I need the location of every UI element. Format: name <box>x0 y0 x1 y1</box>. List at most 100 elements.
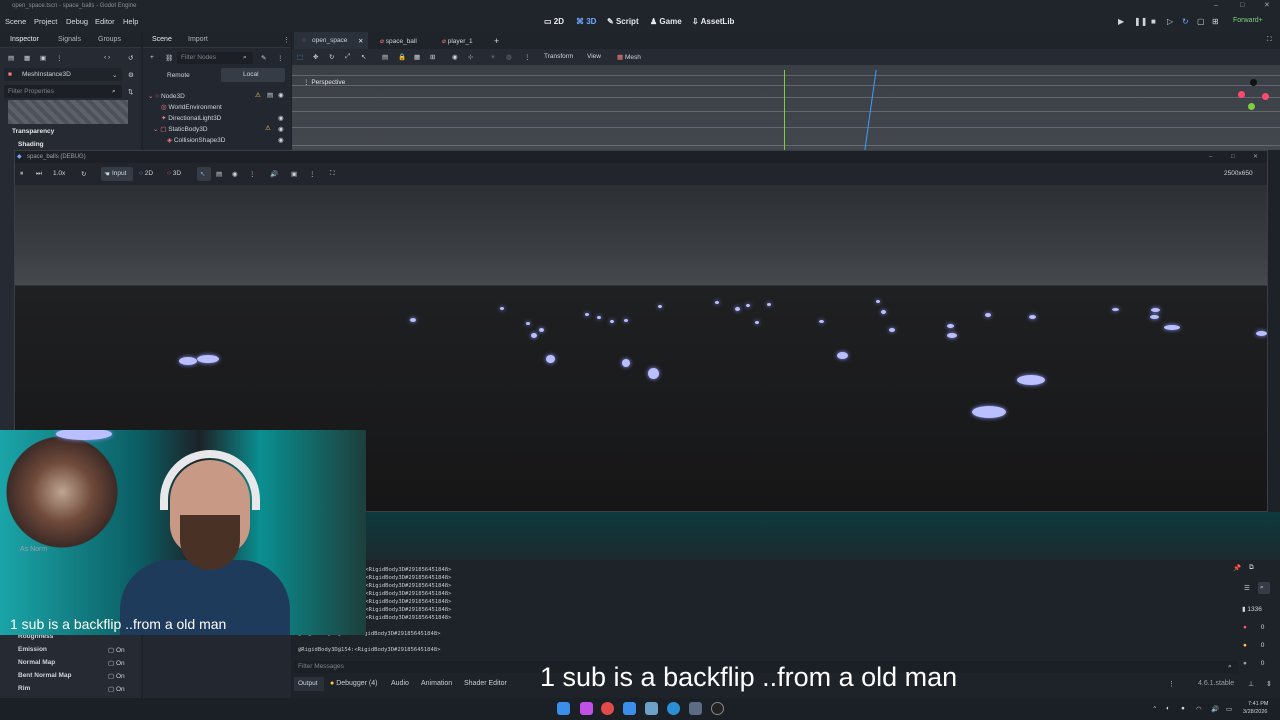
sun-icon[interactable]: ☀ <box>490 53 496 61</box>
scale-tool-icon[interactable]: ⤢ <box>345 53 350 61</box>
history-back-icon[interactable]: ‹ › <box>104 54 110 61</box>
node-selector[interactable]: ■ MeshInstance3D ⌄ <box>4 68 122 81</box>
bent-normal-map-toggle[interactable]: ▢ On <box>108 672 125 680</box>
sort-icon[interactable]: ⇅ <box>128 88 133 96</box>
tree-node-worldenvironment[interactable]: ◎ WorldEnvironment <box>161 103 222 111</box>
minimize-icon[interactable]: – <box>1214 0 1218 12</box>
menu-editor[interactable]: Editor <box>95 17 115 26</box>
tree-node-collisionshape3d[interactable]: ◈ CollisionShape3D <box>167 136 225 144</box>
close-icon[interactable]: ✕ <box>358 37 363 45</box>
log-count-all[interactable]: ▮ 1336 <box>1242 605 1262 613</box>
menu-mesh[interactable]: ▦ Mesh <box>617 53 641 61</box>
editor-tab-player-1[interactable]: ⌀ player_1 <box>442 37 473 45</box>
menu-scene[interactable]: Scene <box>5 17 26 26</box>
volume-icon[interactable]: 🔊 <box>1211 705 1219 713</box>
add-tab-icon[interactable]: + <box>494 36 499 46</box>
tree-node-staticbody3d[interactable]: ⌄ ▢ StaticBody3D <box>153 125 208 133</box>
copy-icon[interactable]: ⧉ <box>1249 564 1254 572</box>
local-button[interactable]: Local <box>221 68 285 82</box>
search-toggle[interactable]: ⌕ <box>1258 582 1270 594</box>
renderer-select[interactable]: Forward+ <box>1233 17 1263 24</box>
stop-icon[interactable]: ■ <box>1151 17 1156 26</box>
warning-count[interactable]: ● 0 <box>1243 642 1264 649</box>
save-resource-icon[interactable]: ▣ <box>40 54 46 62</box>
rotate-tool-icon[interactable]: ↻ <box>329 53 334 61</box>
ruler-icon[interactable]: ▤ <box>382 53 388 61</box>
list-select-icon[interactable]: ↖ <box>361 53 366 61</box>
layout-icon[interactable]: ⊞ <box>1212 17 1219 26</box>
warning-icon[interactable]: ⚠ <box>255 91 261 99</box>
menu-debug[interactable]: Debug <box>66 17 88 26</box>
tab-signals[interactable]: Signals <box>58 36 81 43</box>
input-button[interactable]: ☚ Input <box>101 167 133 181</box>
maximize-icon[interactable]: □ <box>1240 0 1244 12</box>
workspace-3d[interactable]: ⌘ 3D <box>576 17 596 26</box>
godot-icon[interactable] <box>645 702 658 715</box>
gizmo-x-neg-icon[interactable] <box>1262 93 1269 100</box>
snap-icon[interactable]: ⊞ <box>430 53 435 61</box>
eye-icon[interactable]: ◉ <box>278 91 284 99</box>
workspace-assetlib[interactable]: ⇩ AssetLib <box>692 17 734 26</box>
distraction-free-icon[interactable]: ⛶ <box>1267 36 1272 44</box>
copilot-icon[interactable] <box>580 702 593 715</box>
error-count[interactable]: ● 0 <box>1243 624 1264 631</box>
link-icon[interactable]: ⛓ <box>165 54 173 62</box>
menu-help[interactable]: Help <box>123 17 138 26</box>
eye-icon[interactable]: ◉ <box>278 114 284 122</box>
record-icon[interactable] <box>711 702 724 715</box>
more-icon[interactable]: ⋮ <box>309 170 316 178</box>
tree-node-node3d[interactable]: ⌄ ○ Node3D <box>148 92 185 100</box>
more-icon[interactable]: ⋮ <box>249 170 256 178</box>
history-icon[interactable]: ↺ <box>128 54 133 62</box>
remote-button[interactable]: Remote <box>167 72 190 79</box>
tray-app-icon[interactable]: ● <box>1181 705 1185 712</box>
chrome-icon[interactable] <box>601 702 614 715</box>
remote-debug-icon[interactable]: ↻ <box>1182 17 1189 26</box>
camera-override-icon[interactable]: ◉ <box>232 170 238 178</box>
tab-output[interactable]: Output <box>294 677 324 691</box>
tab-animation[interactable]: Animation <box>421 680 452 687</box>
camera-icon[interactable]: ◉ <box>452 53 458 61</box>
menu-view[interactable]: View <box>587 53 601 60</box>
more-icon[interactable]: ⋮ <box>1168 680 1175 688</box>
wifi-icon[interactable]: ◠ <box>1196 705 1202 713</box>
mode-3d-button[interactable]: ○ 3D <box>167 170 181 177</box>
pause-icon[interactable]: ❚❚ <box>1134 17 1147 26</box>
list-icon[interactable]: ▤ <box>216 170 222 178</box>
audio-icon[interactable]: 🔊 <box>270 170 278 178</box>
move-tool-icon[interactable]: ✥ <box>313 53 318 61</box>
editor-tab-open-space[interactable]: ○ open_space ✕ <box>294 32 368 49</box>
next-frame-icon[interactable]: ⏭ <box>36 170 42 178</box>
tray-chevron-icon[interactable]: ⌃ <box>1152 705 1157 713</box>
embed-icon[interactable]: ▣ <box>291 170 297 178</box>
fullscreen-icon[interactable]: ⛶ <box>330 170 335 178</box>
section-shading[interactable]: Shading <box>18 141 44 148</box>
environment-icon[interactable]: ◍ <box>506 53 512 61</box>
dock-menu-icon[interactable]: ⋮ <box>283 36 290 44</box>
tab-audio[interactable]: Audio <box>391 680 409 687</box>
more-icon[interactable]: ⋮ <box>56 54 63 62</box>
more-icon[interactable]: ⋮ <box>524 53 531 61</box>
suspend-icon[interactable]: ⏸ <box>20 170 23 178</box>
maximize-icon[interactable]: □ <box>1231 151 1235 163</box>
perspective-menu[interactable]: ⋮ Perspective <box>303 78 345 86</box>
clock-time[interactable]: 7:41 PM <box>1248 701 1268 707</box>
local-space-icon[interactable]: ⊹ <box>468 53 473 61</box>
play-icon[interactable]: ▶ <box>1118 17 1124 26</box>
workspace-2d[interactable]: ▭ 2D <box>544 17 564 26</box>
object-menu-icon[interactable]: ⚙ <box>128 71 134 79</box>
clock-date[interactable]: 3/28/2026 <box>1243 709 1267 715</box>
add-node-icon[interactable]: + <box>150 54 154 61</box>
tab-inspector[interactable]: Inspector <box>10 36 39 43</box>
select-tool-icon[interactable]: ⬚ <box>297 53 303 61</box>
battery-icon[interactable]: ▭ <box>1226 705 1232 713</box>
menu-transform[interactable]: Transform <box>544 53 573 60</box>
normal-map-toggle[interactable]: ▢ On <box>108 659 125 667</box>
start-icon[interactable] <box>557 702 570 715</box>
list-icon[interactable]: ☰ <box>1244 584 1250 592</box>
tab-import[interactable]: Import <box>188 36 208 43</box>
more-icon[interactable]: ⋮ <box>277 54 284 62</box>
edge-icon[interactable] <box>667 702 680 715</box>
eye-icon[interactable]: ◉ <box>278 125 284 133</box>
tree-node-directionallight3d[interactable]: ✦ DirectionalLight3D <box>161 114 221 122</box>
